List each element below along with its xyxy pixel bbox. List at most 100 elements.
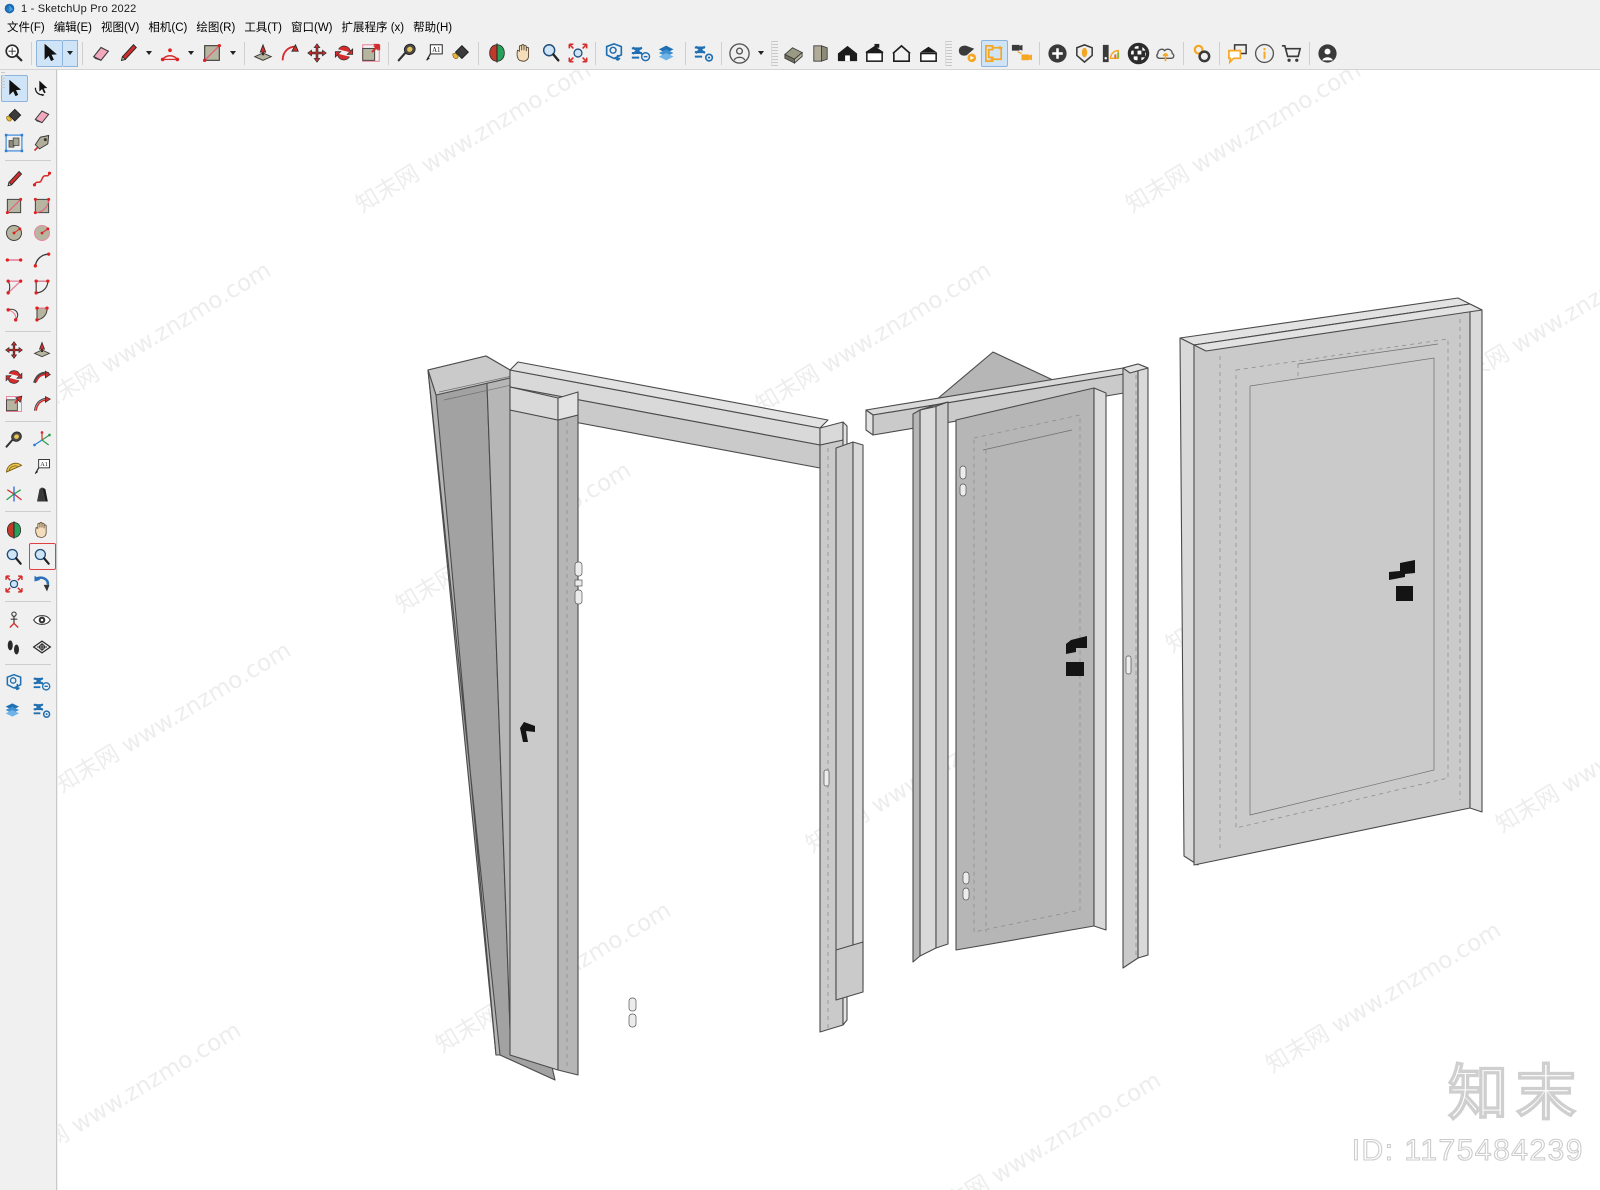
polygon-tool[interactable] <box>29 219 56 246</box>
light-gem[interactable] <box>1071 40 1098 67</box>
pushpull-tool[interactable] <box>249 40 276 67</box>
rotate-tool[interactable] <box>330 40 357 67</box>
stack-layers[interactable] <box>654 40 681 67</box>
axes-3d-tool[interactable] <box>1 480 28 507</box>
model-viewport[interactable]: 知末网 www.znzmo.com 知末网 www.znzmo.com 知末网 … <box>58 70 1600 1190</box>
make-component-tool[interactable] <box>1 129 28 156</box>
paint-bucket-tool[interactable] <box>447 40 474 67</box>
toolbar-grip[interactable] <box>771 40 778 66</box>
solid-inspector[interactable] <box>1 669 28 696</box>
zoom-extents-tool[interactable] <box>564 40 591 67</box>
rectangle-tool[interactable] <box>198 40 225 67</box>
pan-tool[interactable] <box>29 516 56 543</box>
settings-button[interactable] <box>1188 40 1215 67</box>
orbit-tool[interactable] <box>1 516 28 543</box>
info-button[interactable] <box>1251 40 1278 67</box>
walk-tool[interactable] <box>1 633 28 660</box>
style-texture[interactable] <box>807 40 834 67</box>
tape-measure-tool[interactable] <box>1 426 28 453</box>
protractor-tool[interactable] <box>1 453 28 480</box>
rotate-tool[interactable] <box>1 363 28 390</box>
text-tool[interactable]: A1 <box>29 453 56 480</box>
lasso-select-tool[interactable] <box>29 75 56 102</box>
arc-dropdown[interactable] <box>183 40 198 67</box>
move-tool[interactable] <box>303 40 330 67</box>
material-editor[interactable] <box>1098 40 1125 67</box>
cloud-upload[interactable] <box>1152 40 1179 67</box>
offset-tool[interactable] <box>29 390 56 417</box>
freehand-tool[interactable] <box>29 165 56 192</box>
cleanup-tool[interactable] <box>29 696 56 723</box>
2point-arc-tool[interactable] <box>1 246 28 273</box>
feedback-button[interactable] <box>1224 40 1251 67</box>
cleanup-tool[interactable] <box>690 40 717 67</box>
orbit-tool[interactable] <box>483 40 510 67</box>
menu-edit[interactable]: 编辑(E) <box>54 18 101 36</box>
store-button[interactable] <box>1278 40 1305 67</box>
eraser-tool[interactable] <box>29 102 56 129</box>
look-around-tool[interactable] <box>29 606 56 633</box>
style-hidden-line[interactable] <box>861 40 888 67</box>
zoom-extents-tool[interactable] <box>1 570 28 597</box>
solid-inspector[interactable] <box>600 40 627 67</box>
batch-render[interactable] <box>1008 40 1035 67</box>
line-tool[interactable] <box>1 165 28 192</box>
style-monochrome[interactable] <box>834 40 861 67</box>
style-xray[interactable] <box>915 40 942 67</box>
zoom-tool[interactable] <box>1 543 28 570</box>
arc-2-tool[interactable] <box>1 273 28 300</box>
pie-tool[interactable] <box>29 273 56 300</box>
menu-tools[interactable]: 工具(T) <box>244 18 291 36</box>
arc-tool[interactable] <box>29 246 56 273</box>
select-dropdown[interactable] <box>63 39 78 67</box>
pushpull-tool[interactable] <box>29 336 56 363</box>
line-dropdown[interactable] <box>141 40 156 67</box>
zoom-window-tool[interactable] <box>28 543 56 570</box>
paint-bucket-tool[interactable] <box>1 102 28 129</box>
profile-button[interactable] <box>1314 40 1341 67</box>
menu-view[interactable]: 视图(V) <box>101 18 148 36</box>
filled-arc-tool[interactable] <box>29 300 56 327</box>
followme-tool[interactable] <box>29 363 56 390</box>
tag-tool[interactable] <box>29 129 56 156</box>
select-tool[interactable] <box>36 39 63 67</box>
add-asset[interactable] <box>1044 40 1071 67</box>
rectangle-tool[interactable] <box>1 192 28 219</box>
move-tool[interactable] <box>1 336 28 363</box>
menu-help[interactable]: 帮助(H) <box>413 18 461 36</box>
rectangle-dropdown[interactable] <box>225 40 240 67</box>
checker-sphere[interactable] <box>1125 40 1152 67</box>
stack-layers[interactable] <box>1 696 28 723</box>
followme-tool[interactable] <box>276 40 303 67</box>
axes-tool[interactable] <box>29 426 56 453</box>
toolbar-grip[interactable] <box>945 40 952 66</box>
zoom-tool-2[interactable] <box>537 40 564 67</box>
pan-tool[interactable] <box>510 40 537 67</box>
position-camera-tool[interactable] <box>1 606 28 633</box>
menu-extensions[interactable]: 扩展程序 (x) <box>342 18 414 36</box>
fix-intersection[interactable] <box>627 40 654 67</box>
eraser-tool[interactable] <box>87 40 114 67</box>
palette-grip[interactable] <box>1 72 5 90</box>
style-shaded[interactable] <box>780 40 807 67</box>
menu-window[interactable]: 窗口(W) <box>291 18 342 36</box>
arc-tool[interactable] <box>156 40 183 67</box>
circle-tool[interactable] <box>1 219 28 246</box>
menu-file[interactable]: 文件(F) <box>7 18 54 36</box>
arc-3-tool[interactable] <box>1 300 28 327</box>
zoom-tool[interactable] <box>0 40 27 67</box>
scale-tool[interactable] <box>1 390 28 417</box>
tape-measure-tool[interactable] <box>393 40 420 67</box>
interactive-render[interactable] <box>981 39 1008 67</box>
3d-text-tool[interactable] <box>29 480 56 507</box>
account-dropdown[interactable] <box>753 40 768 67</box>
menu-camera[interactable]: 相机(C) <box>148 18 196 36</box>
rotated-rectangle-tool[interactable] <box>29 192 56 219</box>
account-button[interactable] <box>726 40 753 67</box>
text-tool[interactable]: A1 <box>420 40 447 67</box>
section-plane-tool[interactable] <box>29 633 56 660</box>
fix-intersection[interactable] <box>29 669 56 696</box>
render-button[interactable] <box>954 40 981 67</box>
scale-tool[interactable] <box>357 40 384 67</box>
previous-view-tool[interactable] <box>29 570 56 597</box>
